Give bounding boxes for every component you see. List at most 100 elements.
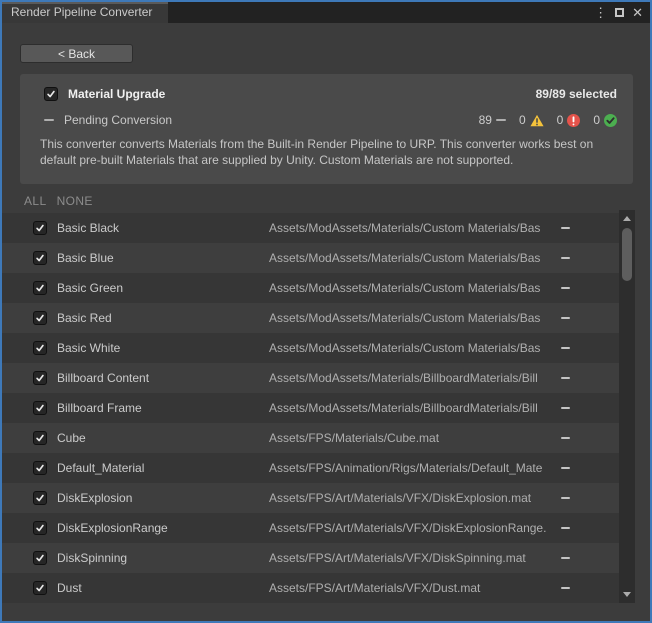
pending-conversion-row: Pending Conversion 89 0 0 — [36, 112, 617, 128]
row-status-dash-icon — [561, 437, 570, 439]
row-checkbox[interactable] — [33, 311, 47, 325]
check-icon — [46, 89, 56, 99]
row-checkbox[interactable] — [33, 491, 47, 505]
table-row[interactable]: DiskExplosion Assets/FPS/Art/Materials/V… — [2, 483, 619, 513]
check-icon — [35, 523, 45, 533]
row-checkbox[interactable] — [33, 221, 47, 235]
row-name: Default_Material — [57, 461, 269, 475]
row-path: Assets/ModAssets/Materials/Custom Materi… — [269, 251, 553, 265]
status-counts: 89 0 0 — [479, 113, 617, 127]
row-checkbox[interactable] — [33, 281, 47, 295]
warning-count: 0 — [519, 113, 526, 127]
row-status-dash-icon — [561, 407, 570, 409]
table-row[interactable]: Billboard Frame Assets/ModAssets/Materia… — [2, 393, 619, 423]
row-checkbox[interactable] — [33, 251, 47, 265]
row-checkbox[interactable] — [33, 431, 47, 445]
table-row[interactable]: Basic Black Assets/ModAssets/Materials/C… — [2, 213, 619, 243]
row-checkbox[interactable] — [33, 551, 47, 565]
kebab-menu-icon[interactable]: ⋮ — [594, 6, 607, 19]
table-row[interactable]: DiskExplosionRange Assets/FPS/Art/Materi… — [2, 513, 619, 543]
maximize-icon[interactable] — [615, 8, 624, 17]
warning-icon — [530, 114, 544, 127]
check-icon — [35, 343, 45, 353]
row-status-dash-icon — [561, 377, 570, 379]
scrollbar-thumb[interactable] — [622, 228, 632, 281]
scrollbar[interactable] — [619, 210, 635, 603]
converter-checkbox[interactable] — [44, 87, 58, 101]
row-name: Basic Blue — [57, 251, 269, 265]
converter-description: This converter converts Materials from t… — [36, 137, 617, 168]
row-status-dash-icon — [561, 467, 570, 469]
row-status-dash-icon — [561, 227, 570, 229]
pending-dash-icon — [496, 119, 506, 121]
row-status-dash-icon — [561, 587, 570, 589]
table-row[interactable]: Basic Red Assets/ModAssets/Materials/Cus… — [2, 303, 619, 333]
back-button[interactable]: < Back — [20, 44, 133, 63]
table-row[interactable]: DiskSpinning Assets/FPS/Art/Materials/VF… — [2, 543, 619, 573]
row-name: Billboard Frame — [57, 401, 269, 415]
row-checkbox[interactable] — [33, 371, 47, 385]
row-checkbox[interactable] — [33, 401, 47, 415]
error-icon — [567, 114, 580, 127]
check-icon — [35, 373, 45, 383]
check-icon — [35, 223, 45, 233]
page-title: Render Pipeline Converter — [11, 5, 152, 19]
row-path: Assets/FPS/Art/Materials/VFX/DiskSpinnin… — [269, 551, 553, 565]
check-icon — [35, 493, 45, 503]
window-tab[interactable]: Render Pipeline Converter — [2, 2, 168, 23]
row-path: Assets/FPS/Animation/Rigs/Materials/Defa… — [269, 461, 553, 475]
row-path: Assets/ModAssets/Materials/Custom Materi… — [269, 221, 553, 235]
row-status-dash-icon — [561, 557, 570, 559]
row-checkbox[interactable] — [33, 581, 47, 595]
pending-count: 89 — [479, 113, 492, 127]
row-name: Cube — [57, 431, 269, 445]
row-name: Basic White — [57, 341, 269, 355]
row-path: Assets/ModAssets/Materials/Custom Materi… — [269, 341, 553, 355]
check-icon — [35, 253, 45, 263]
row-status-dash-icon — [561, 347, 570, 349]
check-icon — [35, 283, 45, 293]
row-checkbox[interactable] — [33, 461, 47, 475]
row-checkbox[interactable] — [33, 341, 47, 355]
converter-title: Material Upgrade — [68, 87, 165, 101]
row-name: DiskExplosion — [57, 491, 269, 505]
row-name: Dust — [57, 581, 269, 595]
check-icon — [35, 553, 45, 563]
row-path: Assets/ModAssets/Materials/BillboardMate… — [269, 401, 553, 415]
table-row[interactable]: Basic Green Assets/ModAssets/Materials/C… — [2, 273, 619, 303]
row-status-dash-icon — [561, 527, 570, 529]
table-row[interactable]: Basic White Assets/ModAssets/Materials/C… — [2, 333, 619, 363]
selection-actions: ALL NONE — [24, 194, 93, 208]
scroll-up-arrow[interactable] — [623, 216, 631, 221]
scroll-down-arrow[interactable] — [623, 592, 631, 597]
row-status-dash-icon — [561, 287, 570, 289]
row-path: Assets/FPS/Art/Materials/VFX/DiskExplosi… — [269, 521, 553, 535]
table-row[interactable]: Basic Blue Assets/ModAssets/Materials/Cu… — [2, 243, 619, 273]
window-controls: ⋮ ✕ — [594, 2, 643, 23]
select-none-button[interactable]: NONE — [57, 194, 93, 208]
row-name: Basic Black — [57, 221, 269, 235]
row-path: Assets/ModAssets/Materials/BillboardMate… — [269, 371, 553, 385]
close-icon[interactable]: ✕ — [632, 6, 643, 19]
table-row[interactable]: Dust Assets/FPS/Art/Materials/VFX/Dust.m… — [2, 573, 619, 603]
materials-list: Basic Black Assets/ModAssets/Materials/C… — [2, 213, 619, 603]
check-icon — [35, 433, 45, 443]
table-row[interactable]: Billboard Content Assets/ModAssets/Mater… — [2, 363, 619, 393]
error-count: 0 — [557, 113, 564, 127]
table-row[interactable]: Default_Material Assets/FPS/Animation/Ri… — [2, 453, 619, 483]
row-status-dash-icon — [561, 257, 570, 259]
selected-summary: 89/89 selected — [536, 87, 617, 101]
row-name: DiskExplosionRange — [57, 521, 269, 535]
table-row[interactable]: Cube Assets/FPS/Materials/Cube.mat — [2, 423, 619, 453]
title-bar: Render Pipeline Converter ⋮ ✕ — [2, 2, 650, 23]
row-checkbox[interactable] — [33, 521, 47, 535]
row-status-dash-icon — [561, 317, 570, 319]
window-content: < Back Material Upgrade 89/89 selected P… — [2, 23, 650, 621]
row-name: Billboard Content — [57, 371, 269, 385]
row-name: Basic Red — [57, 311, 269, 325]
mixed-state-dash-icon — [44, 119, 54, 121]
converter-info-panel: Material Upgrade 89/89 selected Pending … — [20, 74, 633, 184]
check-icon — [35, 463, 45, 473]
select-all-button[interactable]: ALL — [24, 194, 47, 208]
converter-header-row: Material Upgrade 89/89 selected — [36, 85, 617, 103]
